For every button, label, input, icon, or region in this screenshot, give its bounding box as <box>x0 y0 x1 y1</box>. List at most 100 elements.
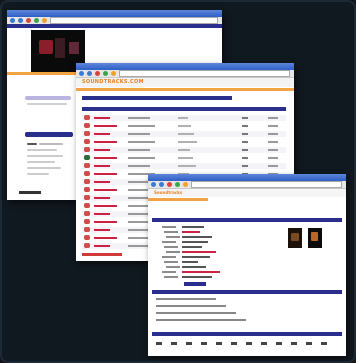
forward-icon[interactable] <box>18 18 23 23</box>
side-column <box>25 96 75 192</box>
home-icon[interactable] <box>183 182 188 187</box>
rating-cell <box>291 342 297 345</box>
item-title[interactable] <box>94 181 110 183</box>
field-label <box>162 226 176 228</box>
field-label <box>162 271 176 273</box>
rating-cell <box>171 342 177 345</box>
item-rating <box>268 165 278 167</box>
list-item[interactable] <box>82 139 286 145</box>
record-icon <box>84 123 90 128</box>
field-value <box>182 276 212 278</box>
home-icon[interactable] <box>111 71 116 76</box>
refresh-icon[interactable] <box>175 182 180 187</box>
item-detail <box>128 229 150 231</box>
item-detail <box>128 181 150 183</box>
field-label <box>162 256 176 258</box>
cover-art <box>288 228 302 248</box>
field-label <box>162 241 176 243</box>
item-meta <box>178 125 191 127</box>
track-row[interactable] <box>156 305 226 307</box>
refresh-icon[interactable] <box>103 71 108 76</box>
record-icon <box>84 115 90 120</box>
home-icon[interactable] <box>42 18 47 23</box>
item-title[interactable] <box>94 165 110 167</box>
item-title[interactable] <box>94 197 110 199</box>
address-bar[interactable] <box>191 181 342 188</box>
field-value <box>182 246 202 248</box>
item-detail <box>128 149 150 151</box>
field-label <box>166 266 180 268</box>
top-banner <box>7 24 222 28</box>
item-meta <box>178 117 188 119</box>
item-title[interactable] <box>94 189 117 191</box>
search-box[interactable] <box>25 132 73 137</box>
item-title[interactable] <box>94 141 117 143</box>
item-meta <box>178 165 196 167</box>
item-title[interactable] <box>94 221 117 223</box>
list-item[interactable] <box>82 115 286 121</box>
record-icon <box>84 243 90 248</box>
field-value <box>182 271 220 273</box>
item-title[interactable] <box>94 245 110 247</box>
item-title[interactable] <box>94 173 117 175</box>
stop-icon[interactable] <box>95 71 100 76</box>
record-icon <box>84 139 90 144</box>
address-bar[interactable] <box>119 70 290 77</box>
item-detail <box>128 157 155 159</box>
list-item[interactable] <box>82 163 286 169</box>
item-title[interactable] <box>94 205 117 207</box>
detail-header <box>152 218 342 222</box>
record-icon <box>84 179 90 184</box>
record-icon <box>84 219 90 224</box>
item-title[interactable] <box>94 213 110 215</box>
ratings-bar <box>152 332 342 336</box>
list-item[interactable] <box>82 147 286 153</box>
item-count <box>242 117 248 119</box>
record-icon <box>84 163 90 168</box>
address-bar[interactable] <box>50 17 218 24</box>
stop-icon[interactable] <box>26 18 31 23</box>
list-footer <box>82 253 122 256</box>
back-icon[interactable] <box>79 71 84 76</box>
track-row[interactable] <box>156 319 246 321</box>
record-icon <box>84 195 90 200</box>
list-item[interactable] <box>82 155 286 161</box>
tracks-rows <box>152 298 342 328</box>
field-value <box>182 256 210 258</box>
item-title[interactable] <box>94 149 110 151</box>
item-detail <box>128 141 155 143</box>
refresh-icon[interactable] <box>34 18 39 23</box>
field-label <box>164 246 178 248</box>
window-titlebar <box>148 174 346 181</box>
item-detail <box>128 133 150 135</box>
item-title[interactable] <box>94 157 117 159</box>
field-value <box>182 266 206 268</box>
list-item[interactable] <box>82 131 286 137</box>
record-icon <box>84 171 90 176</box>
item-title[interactable] <box>94 133 110 135</box>
item-rating <box>268 133 278 135</box>
item-count <box>242 133 248 135</box>
track-row[interactable] <box>156 298 216 300</box>
item-title[interactable] <box>94 229 110 231</box>
field-label <box>164 261 178 263</box>
item-title[interactable] <box>94 237 117 239</box>
menu-bar <box>148 198 208 201</box>
stop-icon[interactable] <box>167 182 172 187</box>
record-icon <box>84 211 90 216</box>
action-button[interactable] <box>184 282 206 286</box>
item-title[interactable] <box>94 117 110 119</box>
back-icon[interactable] <box>151 182 156 187</box>
cover-art-2 <box>308 228 322 248</box>
field-label <box>166 251 180 253</box>
site-banner: Soundtracks <box>148 189 346 197</box>
item-title[interactable] <box>94 125 117 127</box>
list-item[interactable] <box>82 123 286 129</box>
forward-icon[interactable] <box>159 182 164 187</box>
item-count <box>242 165 248 167</box>
field-value <box>182 251 216 253</box>
track-row[interactable] <box>156 312 236 314</box>
rating-cell <box>321 342 327 345</box>
forward-icon[interactable] <box>87 71 92 76</box>
back-icon[interactable] <box>10 18 15 23</box>
